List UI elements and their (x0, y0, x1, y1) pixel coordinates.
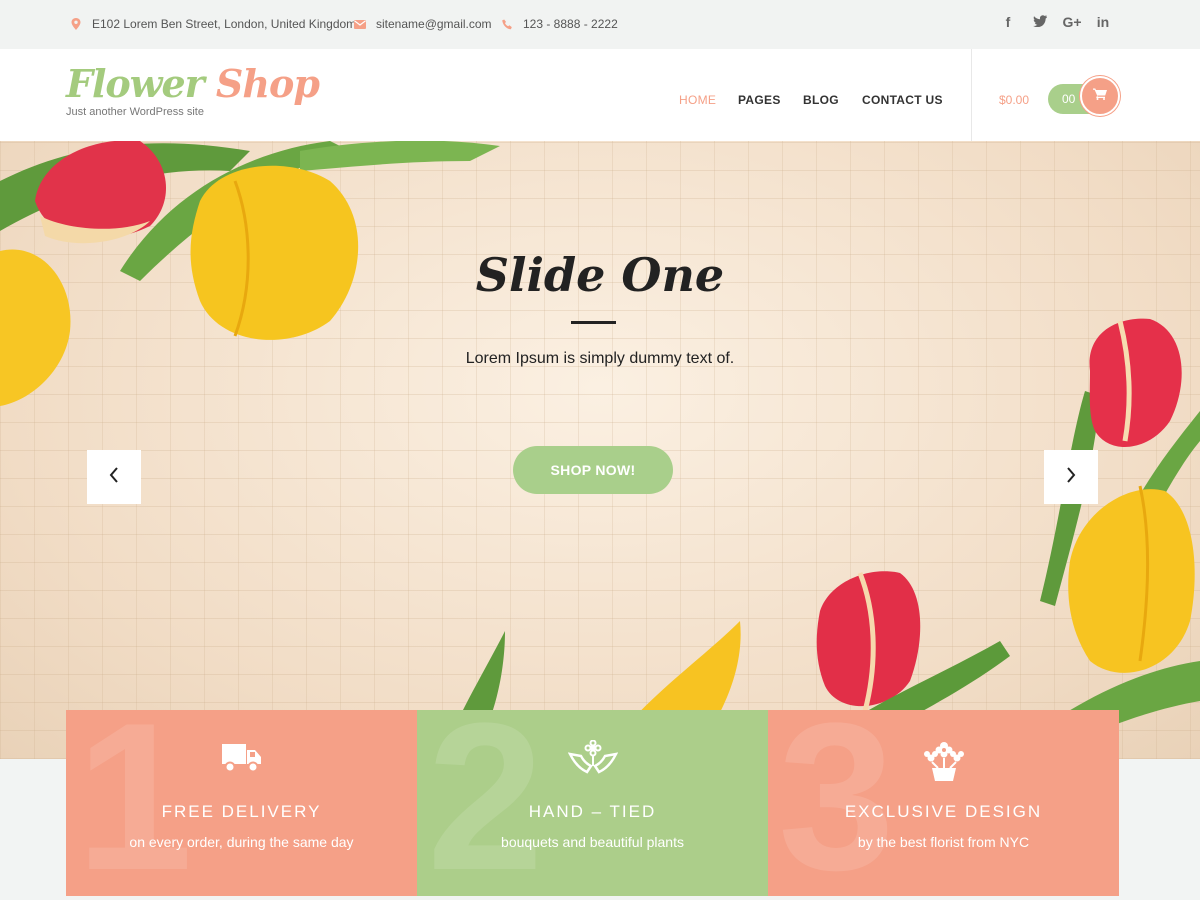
header-divider (971, 49, 972, 141)
feature-subtitle: on every order, during the same day (129, 834, 354, 850)
feature-hand-tied: 2 HAND – TIED bouquets and beautiful pla… (417, 710, 768, 896)
phone-text[interactable]: 123 - 8888 - 2222 (523, 17, 618, 31)
slider-prev-button[interactable] (87, 450, 141, 504)
slider-next-button[interactable] (1044, 450, 1098, 504)
nav-blog[interactable]: BLOG (803, 93, 839, 107)
logo-word-flower: Flower (66, 61, 205, 106)
google-plus-icon[interactable]: G+ (1062, 14, 1082, 30)
chevron-left-icon (109, 466, 119, 488)
site-tagline: Just another WordPress site (66, 106, 204, 118)
address-text: E102 Lorem Ben Street, London, United Ki… (92, 17, 357, 31)
flower-pot-icon (922, 740, 966, 787)
nav-home[interactable]: HOME (679, 93, 716, 107)
hero-slider: Slide One Lorem Ipsum is simply dummy te… (0, 141, 1200, 759)
chevron-right-icon (1066, 466, 1076, 488)
feature-exclusive-design: 3 EXCLUSIVE DESIGN by the best florist f… (768, 710, 1119, 896)
nav-contact-us[interactable]: CONTACT US (862, 93, 943, 107)
feature-title: FREE DELIVERY (161, 802, 322, 821)
feature-title: HAND – TIED (528, 802, 657, 821)
shopping-cart-icon (1093, 87, 1107, 105)
slide-divider (571, 321, 616, 324)
envelope-icon (354, 18, 366, 30)
feature-free-delivery: 1 FREE DELIVERY on every order, during t… (66, 710, 417, 896)
phone-info[interactable]: 123 - 8888 - 2222 (501, 17, 618, 31)
slide-text: Lorem Ipsum is simply dummy text of. (465, 350, 735, 367)
linkedin-icon[interactable]: in (1093, 14, 1113, 30)
nav-pages[interactable]: PAGES (738, 93, 781, 107)
email-text[interactable]: sitename@gmail.com (376, 17, 492, 31)
facebook-icon[interactable]: f (998, 14, 1018, 30)
feature-title: EXCLUSIVE DESIGN (844, 802, 1043, 821)
phone-icon (501, 18, 513, 30)
site-logo[interactable]: Flower Shop (66, 61, 320, 106)
site-header: Flower Shop Just another WordPress site … (0, 49, 1200, 141)
map-pin-icon (70, 18, 82, 30)
top-bar: E102 Lorem Ben Street, London, United Ki… (0, 0, 1200, 49)
logo-word-shop: Shop (215, 61, 320, 106)
hands-flower-icon (567, 739, 618, 783)
feature-subtitle: by the best florist from NYC (857, 834, 1030, 850)
shop-now-button[interactable]: SHOP NOW! (513, 446, 673, 494)
slide-title: Slide One (475, 248, 725, 302)
twitter-icon[interactable] (1030, 14, 1050, 30)
cart-total[interactable]: $0.00 (999, 93, 1029, 107)
truck-icon (221, 740, 262, 779)
address-info: E102 Lorem Ben Street, London, United Ki… (70, 17, 356, 31)
feature-subtitle: bouquets and beautiful plants (501, 834, 684, 850)
cart-button[interactable] (1080, 76, 1120, 116)
email-info[interactable]: sitename@gmail.com (354, 17, 492, 31)
